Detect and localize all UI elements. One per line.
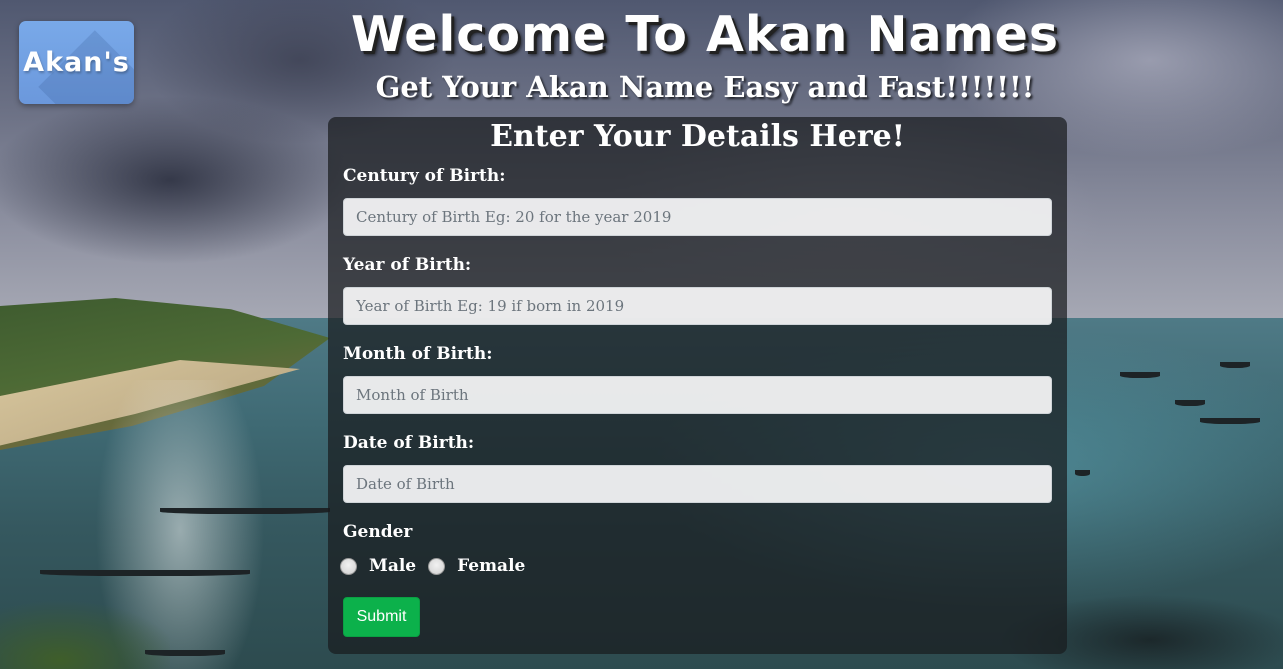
boat <box>1220 362 1250 368</box>
page-subtitle: Get Your Akan Name Easy and Fast!!!!!!! <box>375 70 1035 104</box>
century-input[interactable] <box>343 198 1052 236</box>
female-radio[interactable] <box>428 557 446 575</box>
form-heading: Enter Your Details Here! <box>490 119 905 154</box>
boat <box>40 570 250 576</box>
page-title: Welcome To Akan Names <box>350 6 1060 63</box>
month-label: Month of Birth: <box>343 344 493 364</box>
vegetation <box>0 590 170 669</box>
boat <box>1175 400 1205 406</box>
century-label: Century of Birth: <box>343 166 506 186</box>
female-label: Female <box>457 556 526 576</box>
year-label: Year of Birth: <box>343 255 472 275</box>
boat <box>1200 418 1260 424</box>
date-input[interactable] <box>343 465 1052 503</box>
submit-button[interactable]: Submit <box>343 597 420 637</box>
details-form: Enter Your Details Here! Century of Birt… <box>328 117 1067 654</box>
gender-label: Gender <box>343 522 413 542</box>
year-input[interactable] <box>343 287 1052 325</box>
male-label: Male <box>369 556 417 576</box>
date-label: Date of Birth: <box>343 433 475 453</box>
boat <box>160 508 330 514</box>
boat <box>145 650 225 656</box>
logo-text: Akan's <box>23 47 130 78</box>
male-radio[interactable] <box>340 557 357 575</box>
boat <box>1075 470 1090 476</box>
logo[interactable]: Akan's <box>19 21 134 104</box>
gender-options: Male Female <box>340 556 537 576</box>
month-input[interactable] <box>343 376 1052 414</box>
boat <box>1120 372 1160 378</box>
